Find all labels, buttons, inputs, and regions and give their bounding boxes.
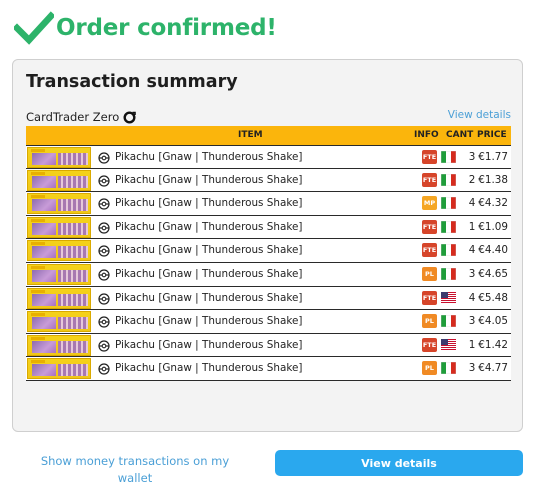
item-name[interactable]: Pikachu [Gnaw | Thunderous Shake]: [115, 174, 302, 186]
price: €4.32: [478, 197, 508, 210]
wallet-transactions-link[interactable]: Show money transactions on my wallet: [30, 453, 240, 487]
item-name[interactable]: Pikachu [Gnaw | Thunderous Shake]: [115, 362, 302, 374]
item-name[interactable]: Pikachu [Gnaw | Thunderous Shake]: [115, 268, 302, 280]
card-thumbnail[interactable]: [27, 216, 91, 238]
view-details-button[interactable]: View details: [275, 450, 523, 476]
italy-flag-icon: [441, 362, 456, 375]
card-thumbnail[interactable]: [27, 169, 91, 191]
condition-badge: FTE: [422, 337, 437, 352]
condition-badge: PL: [422, 361, 437, 376]
seller-name: CardTrader Zero: [26, 110, 120, 124]
italy-flag-icon: [441, 315, 456, 328]
view-details-link[interactable]: View details: [448, 109, 511, 121]
transaction-summary-card: Transaction summary CardTrader Zero View…: [12, 59, 523, 432]
price: €1.42: [478, 338, 508, 351]
card-thumbnail[interactable]: [27, 263, 91, 285]
column-header-info: INFO: [414, 130, 439, 140]
condition-badge: FTE: [422, 243, 437, 258]
item-name[interactable]: Pikachu [Gnaw | Thunderous Shake]: [115, 244, 302, 256]
card-title: Transaction summary: [26, 72, 238, 92]
table-row[interactable]: Pikachu [Gnaw | Thunderous Shake] FTE 1 €1.…: [26, 215, 511, 240]
item-name[interactable]: Pikachu [Gnaw | Thunderous Shake]: [115, 197, 302, 209]
table-row[interactable]: Pikachu [Gnaw | Thunderous Shake] FTE 2 €1.…: [26, 168, 511, 193]
condition-badge: PL: [422, 314, 437, 329]
condition-badge: FTE: [422, 172, 437, 187]
price: €1.09: [478, 220, 508, 233]
table-row[interactable]: Pikachu [Gnaw | Thunderous Shake] MP 4 €4.3…: [26, 192, 511, 216]
page-title: Order confirmed!: [56, 15, 277, 41]
card-thumbnail[interactable]: [27, 193, 91, 215]
condition-badge: FTE: [422, 219, 437, 234]
price: €1.38: [478, 173, 508, 186]
card-thumbnail[interactable]: [27, 334, 91, 356]
pokeball-icon: [98, 198, 110, 210]
table-row[interactable]: Pikachu [Gnaw | Thunderous Shake] PL 3 €4.0…: [26, 310, 511, 334]
quantity: 3: [468, 362, 476, 375]
us-flag-icon: [441, 338, 456, 351]
confirmation-header: Order confirmed!: [14, 10, 277, 46]
italy-flag-icon: [441, 197, 456, 210]
pokeball-icon: [98, 174, 110, 187]
price: €4.77: [478, 362, 508, 375]
quantity: 4: [468, 291, 476, 304]
table-body: Pikachu [Gnaw | Thunderous Shake] FTE 3 €1.…: [26, 145, 511, 381]
pokeball-icon: [98, 152, 110, 164]
price: €5.48: [478, 291, 508, 304]
condition-badge: FTE: [422, 290, 437, 305]
item-name[interactable]: Pikachu [Gnaw | Thunderous Shake]: [115, 151, 302, 163]
table-row[interactable]: Pikachu [Gnaw | Thunderous Shake] PL 3 €4.6…: [26, 262, 511, 287]
quantity: 3: [468, 315, 476, 328]
price: €4.65: [478, 267, 508, 280]
table-row[interactable]: Pikachu [Gnaw | Thunderous Shake] FTE 3 €1.…: [26, 145, 511, 169]
card-thumbnail[interactable]: [27, 240, 91, 262]
column-header-cant: CANT: [446, 130, 474, 140]
price: €4.05: [478, 315, 508, 328]
table-header: ITEM INFO CANT PRICE: [26, 126, 511, 145]
quantity: 4: [468, 244, 476, 257]
pokeball-icon: [98, 222, 110, 234]
condition-badge: PL: [422, 266, 437, 281]
condition-badge: FTE: [422, 150, 437, 164]
quantity: 1: [468, 338, 476, 351]
pokeball-icon: [98, 292, 110, 305]
table-row[interactable]: Pikachu [Gnaw | Thunderous Shake] FTE 1 €1.…: [26, 333, 511, 358]
pokeball-icon: [98, 340, 110, 352]
italy-flag-icon: [441, 151, 456, 163]
table-row[interactable]: Pikachu [Gnaw | Thunderous Shake] FTE 4 €4.…: [26, 239, 511, 263]
order-items-table: ITEM INFO CANT PRICE Pikachu [Gnaw | Thu…: [26, 126, 511, 381]
quantity: 4: [468, 197, 476, 210]
seller-row: CardTrader Zero View details: [26, 109, 511, 126]
item-name[interactable]: Pikachu [Gnaw | Thunderous Shake]: [115, 292, 302, 304]
card-thumbnail[interactable]: [27, 147, 91, 168]
italy-flag-icon: [441, 244, 456, 257]
quantity: 2: [468, 173, 476, 186]
condition-badge: MP: [422, 196, 437, 211]
quantity: 3: [468, 267, 476, 280]
italy-flag-icon: [441, 267, 456, 280]
card-thumbnail[interactable]: [27, 358, 91, 380]
item-name[interactable]: Pikachu [Gnaw | Thunderous Shake]: [115, 221, 302, 233]
table-row[interactable]: Pikachu [Gnaw | Thunderous Shake] PL 3 €4.7…: [26, 357, 511, 381]
pokeball-icon: [98, 245, 110, 257]
pokeball-icon: [98, 316, 110, 328]
italy-flag-icon: [441, 173, 456, 186]
price: €4.40: [478, 244, 508, 257]
card-thumbnail[interactable]: [27, 287, 91, 309]
column-header-item: ITEM: [238, 130, 263, 140]
cardtrader-zero-icon: [123, 111, 136, 124]
quantity: 1: [468, 220, 476, 233]
italy-flag-icon: [441, 220, 456, 233]
pokeball-icon: [98, 269, 110, 281]
item-name[interactable]: Pikachu [Gnaw | Thunderous Shake]: [115, 339, 302, 351]
column-header-price: PRICE: [477, 130, 507, 140]
item-name[interactable]: Pikachu [Gnaw | Thunderous Shake]: [115, 315, 302, 327]
check-icon: [14, 11, 54, 45]
table-row[interactable]: Pikachu [Gnaw | Thunderous Shake] FTE 4 €5.…: [26, 286, 511, 311]
quantity: 3: [468, 151, 476, 163]
card-thumbnail[interactable]: [27, 311, 91, 333]
pokeball-icon: [98, 363, 110, 375]
price: €1.77: [478, 151, 508, 163]
us-flag-icon: [441, 291, 456, 304]
